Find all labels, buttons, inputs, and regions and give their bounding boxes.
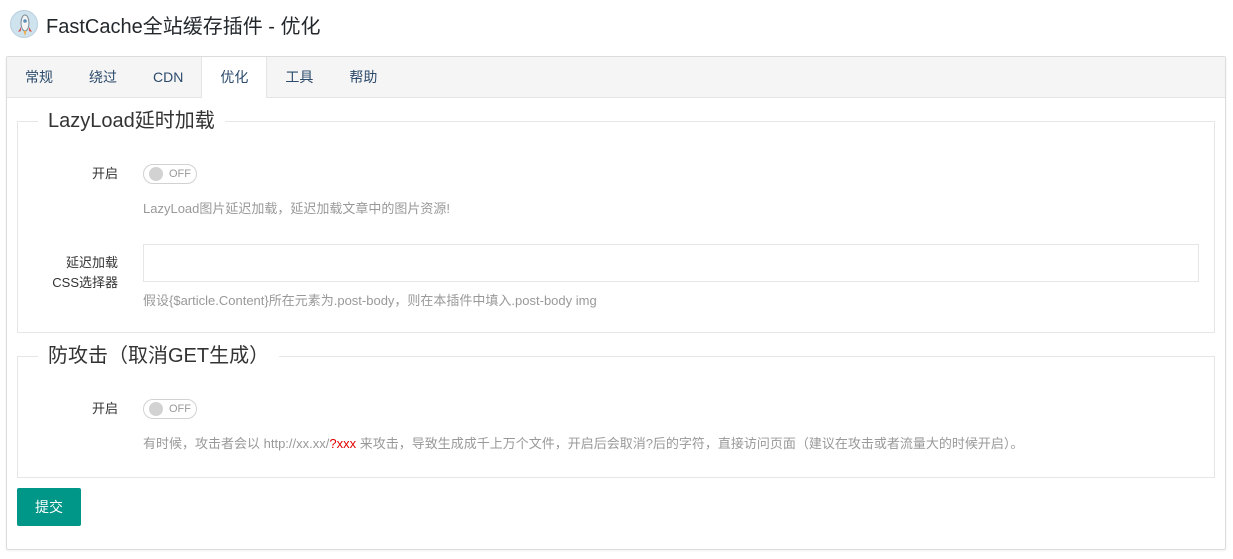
switch-knob	[149, 167, 163, 181]
antiattack-fieldset: 防攻击（取消GET生成） 开启 OFF 有时候，攻击者会以 http://xx.…	[17, 344, 1215, 478]
lazyload-selector-input[interactable]	[143, 244, 1199, 282]
page-header: FastCache全站缓存插件 - 优化	[10, 8, 320, 40]
selector-label-line2: CSS选择器	[52, 275, 118, 290]
antiattack-enable-switch[interactable]: OFF	[143, 399, 197, 419]
lazyload-fieldset: LazyLoad延时加载 开启 OFF LazyLoad图片延迟加载，延迟加载文…	[17, 109, 1215, 333]
tab-cdn[interactable]: CDN	[135, 57, 201, 97]
page-title: FastCache全站缓存插件 - 优化	[46, 15, 321, 38]
lazyload-enable-switch[interactable]: OFF	[143, 164, 197, 184]
tab-bar: 常规 绕过 CDN 优化 工具 帮助	[7, 57, 1225, 98]
tab-bypass[interactable]: 绕过	[71, 57, 135, 97]
submit-button[interactable]: 提交	[17, 488, 81, 526]
tab-help[interactable]: 帮助	[331, 57, 395, 97]
lazyload-enable-label: 开启	[91, 166, 118, 181]
rocket-icon	[10, 10, 38, 38]
help-text-post: 来攻击，导致生成成千上万个文件，开启后会取消?后的字符，直接访问页面（建议在攻击…	[356, 436, 1024, 451]
switch-knob	[149, 402, 163, 416]
antiattack-enable-help: 有时候，攻击者会以 http://xx.xx/?xxx 来攻击，导致生成成千上万…	[143, 435, 1023, 453]
tab-general[interactable]: 常规	[7, 57, 71, 97]
selector-label-line1: 延迟加载	[65, 255, 118, 270]
settings-card: 常规 绕过 CDN 优化 工具 帮助 LazyLoad延时加载 开启 OFF L…	[6, 56, 1226, 550]
help-text-pre: 有时候，攻击者会以 http://xx.xx/	[143, 436, 330, 451]
lazyload-enable-help: LazyLoad图片延迟加载，延迟加载文章中的图片资源!	[143, 201, 450, 216]
antiattack-legend: 防攻击（取消GET生成）	[48, 345, 270, 367]
lazyload-legend: LazyLoad延时加载	[48, 110, 215, 132]
antiattack-enable-label: 开启	[91, 401, 118, 416]
tab-optimize[interactable]: 优化	[201, 57, 268, 98]
lazyload-selector-help: 假设{$article.Content}所在元素为.post-body，则在本插…	[143, 293, 597, 308]
tab-tools[interactable]: 工具	[267, 57, 331, 97]
switch-state-text: OFF	[169, 168, 191, 180]
lazyload-selector-label: 延迟加载 CSS选择器	[18, 253, 118, 293]
help-text-highlight: ?xxx	[329, 436, 357, 451]
switch-state-text: OFF	[169, 403, 191, 415]
